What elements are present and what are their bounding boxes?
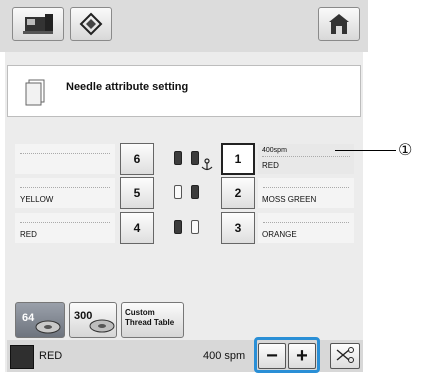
current-speed: 400 spm — [203, 350, 246, 362]
needle-1-button[interactable]: 1 — [221, 143, 255, 175]
spool-icon — [191, 151, 199, 165]
spool-icon — [191, 185, 199, 199]
machine-button[interactable] — [12, 7, 64, 41]
thread-64-button[interactable]: 64 — [15, 302, 65, 338]
needle-5-color: YELLOW — [15, 178, 115, 208]
pattern-button[interactable] — [70, 7, 112, 41]
needle-2-button[interactable]: 2 — [221, 177, 255, 209]
divider — [20, 187, 110, 188]
needle-3-color-label: ORANGE — [262, 230, 297, 239]
needle-5-button[interactable]: 5 — [120, 177, 154, 209]
thread-cut-icon — [336, 347, 354, 363]
spool-icon — [191, 220, 199, 234]
speed-plus-button[interactable]: + — [288, 343, 316, 369]
needle-2-color-label: MOSS GREEN — [262, 195, 317, 204]
needle-1-info: 400spm RED — [258, 144, 354, 174]
needle-4-button[interactable]: 4 — [120, 212, 154, 244]
callout-line — [335, 150, 396, 151]
needle-6-color — [15, 144, 115, 174]
spool-icon — [174, 151, 182, 165]
page-title: Needle attribute setting — [66, 81, 189, 93]
current-color-swatch — [10, 345, 34, 369]
needle-1-color-label: RED — [262, 161, 279, 170]
spool-icon — [174, 220, 182, 234]
speed-minus-button[interactable]: − — [258, 343, 286, 369]
anchor-icon — [201, 158, 213, 171]
top-toolbar — [0, 0, 368, 52]
needle-4-color: RED — [15, 213, 115, 243]
settings-header: Needle attribute setting — [7, 65, 361, 117]
thread-spool-icon — [35, 320, 61, 334]
home-icon — [329, 14, 349, 34]
divider — [263, 222, 349, 223]
divider — [262, 156, 350, 157]
divider — [20, 222, 110, 223]
divider — [20, 153, 110, 154]
thread-spool-icon — [89, 319, 115, 333]
embroidery-machine-icon — [23, 14, 53, 34]
home-button[interactable] — [318, 7, 360, 41]
document-icon — [25, 79, 45, 106]
needle-2-info: MOSS GREEN — [258, 178, 354, 208]
callout-marker: ① — [398, 140, 413, 159]
needle-5-color-label: YELLOW — [20, 195, 54, 204]
needle-3-button[interactable]: 3 — [221, 212, 255, 244]
current-color-name: RED — [39, 350, 63, 362]
spool-icon — [174, 185, 182, 199]
needle-4-color-label: RED — [20, 230, 37, 239]
thread-300-button[interactable]: 300 — [69, 302, 117, 338]
needle-1-speed: 400spm — [262, 147, 287, 154]
needle-3-info: ORANGE — [258, 213, 354, 243]
thread-64-label: 64 — [22, 312, 35, 324]
needle-6-button[interactable]: 6 — [120, 143, 154, 175]
divider — [263, 187, 349, 188]
diamond-pattern-icon — [79, 12, 103, 36]
custom-thread-table-button[interactable]: Custom Thread Table — [121, 302, 184, 338]
scissors-button[interactable] — [330, 343, 360, 369]
